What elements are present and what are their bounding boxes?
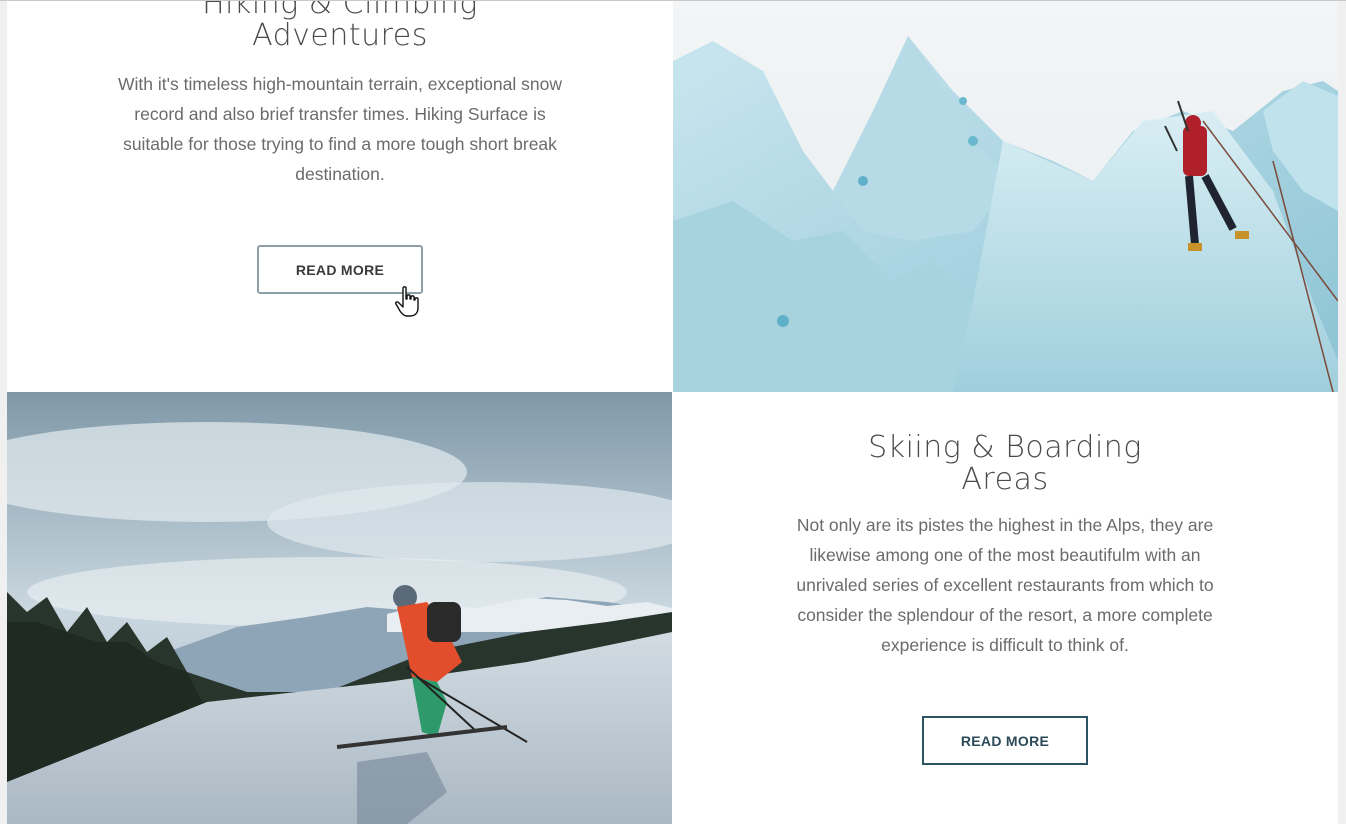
skiing-description-line: Not only are its pistes the highest in t… [796,515,1214,535]
skiing-read-more-button[interactable]: READ MORE [922,716,1088,765]
skiing-title-line2: Areas [961,462,1049,497]
skiing-description-line: unrivaled series of excellent restaurant… [796,575,1214,595]
skiing-section: Skiing & Boarding Areas Not only are its… [672,392,1338,824]
hiking-description-line: destination. [295,164,385,184]
skiing-description-line: experience is difficult to think of. [881,635,1129,655]
hiking-description-line: suitable for those trying to find a more… [123,134,557,154]
skiing-title-line1: Skiing & Boarding [868,430,1142,465]
skiing-description-line: consider the splendour of the resort, a … [797,605,1213,625]
hiking-section: Hiking & Climbing Adventures With it's t… [7,1,673,392]
hiking-description-line: record and also brief transfer times. Hi… [134,104,546,124]
hand-cursor-icon [395,286,419,317]
hiking-description-line: With it's timeless high-mountain terrain… [118,74,562,94]
hiking-title-line2: Adventures [252,18,428,53]
skiing-title: Skiing & Boarding Areas [672,432,1338,496]
skier-photo [7,392,672,824]
skiing-description-line: likewise among one of the most beautiful… [809,545,1201,565]
hiking-title: Hiking & Climbing Adventures [7,1,673,52]
hiking-description: With it's timeless high-mountain terrain… [105,69,575,189]
ice-climber-photo [673,1,1338,392]
skiing-description: Not only are its pistes the highest in t… [775,510,1235,660]
